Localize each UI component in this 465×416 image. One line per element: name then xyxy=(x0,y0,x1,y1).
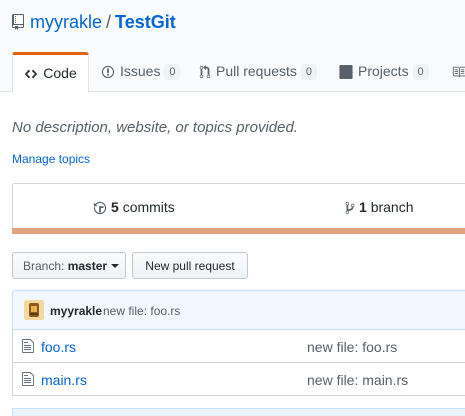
tab-projects-label: Projects xyxy=(358,63,409,79)
commit-tease: myyrakle new file: foo.rs xyxy=(12,290,465,330)
file-commit-message-link[interactable]: new file: main.rs xyxy=(307,372,408,388)
issue-icon xyxy=(101,55,115,94)
file-icon xyxy=(22,371,34,392)
repo-owner-link[interactable]: myyrakle xyxy=(30,12,102,32)
branches-label: branch xyxy=(370,199,414,215)
file-row: foo.rs new file: foo.rs xyxy=(12,330,465,363)
project-icon xyxy=(339,55,353,94)
branch-select-value: master xyxy=(67,259,108,273)
avatar[interactable] xyxy=(24,300,44,320)
repo-description: No description, website, or topics provi… xyxy=(12,119,298,136)
repo-name-link[interactable]: TestGit xyxy=(115,12,176,32)
commit-message-link[interactable]: new file: foo.rs xyxy=(103,304,180,318)
tab-projects[interactable]: Projects 0 xyxy=(339,52,429,91)
issues-count-badge: 0 xyxy=(164,64,181,80)
caret-down-icon xyxy=(111,264,120,268)
wiki-icon xyxy=(452,55,465,94)
repo-title: myyrakle / TestGit xyxy=(12,11,176,35)
manage-topics-link[interactable]: Manage topics xyxy=(12,152,90,166)
tab-wiki[interactable] xyxy=(452,52,465,91)
tab-pull-requests[interactable]: Pull requests 0 xyxy=(199,52,317,91)
branch-select-button[interactable]: Branch: master xyxy=(12,252,126,279)
history-icon xyxy=(93,201,107,218)
tab-pull-requests-label: Pull requests xyxy=(216,63,297,79)
tab-issues[interactable]: Issues 0 xyxy=(101,52,181,94)
file-icon xyxy=(22,338,34,359)
readme-box-edge xyxy=(12,408,465,416)
branch-select-prefix: Branch: xyxy=(23,259,65,273)
file-row: main.rs new file: main.rs xyxy=(12,363,465,396)
commits-label: commits xyxy=(122,199,175,215)
file-list: foo.rs new file: foo.rs main.rs new file… xyxy=(12,330,465,396)
repo-icon xyxy=(12,13,24,35)
numbers-summary: 5 commits 1 branch xyxy=(12,183,465,232)
language-bar xyxy=(12,228,465,234)
code-icon xyxy=(24,58,38,95)
branches-link[interactable]: 1 branch xyxy=(345,199,414,218)
branch-icon xyxy=(345,201,355,218)
branches-count: 1 xyxy=(359,199,367,215)
repo-header: myyrakle / TestGit Code Issues 0 Pull reque… xyxy=(0,0,465,94)
commits-count: 5 xyxy=(111,199,119,215)
file-name-link[interactable]: foo.rs xyxy=(41,339,76,355)
title-separator: / xyxy=(106,12,112,32)
tab-code[interactable]: Code xyxy=(12,52,89,93)
pull-requests-count-badge: 0 xyxy=(300,64,317,80)
new-pull-request-button[interactable]: New pull request xyxy=(132,252,248,279)
pull-request-icon xyxy=(199,55,211,94)
file-name-link[interactable]: main.rs xyxy=(41,372,87,388)
tab-code-label: Code xyxy=(43,65,77,81)
tab-issues-label: Issues xyxy=(120,63,161,79)
commits-link[interactable]: 5 commits xyxy=(93,199,175,218)
file-commit-message-link[interactable]: new file: foo.rs xyxy=(307,339,397,355)
projects-count-badge: 0 xyxy=(412,64,429,80)
commit-author-link[interactable]: myyrakle xyxy=(50,304,102,318)
